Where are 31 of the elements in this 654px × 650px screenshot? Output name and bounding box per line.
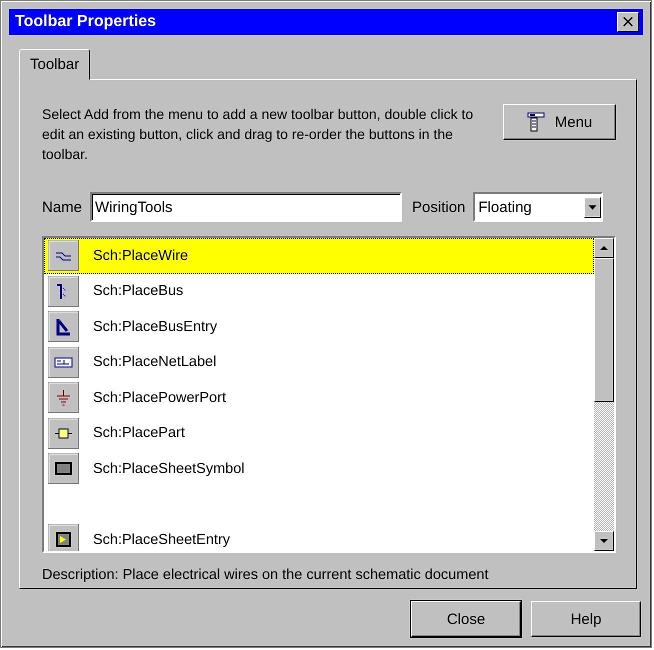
command-row[interactable]: Sch:PlacePart — [44, 416, 594, 451]
command-row[interactable]: Sch:PlaceNetLabel — [44, 344, 594, 380]
menu-button[interactable]: Menu — [503, 104, 616, 140]
instructions-text: Select Add from the menu to add a new toolbar button, double click to edit an existing button, click and drag to re-order the buttons in the toolbar. — [42, 105, 474, 164]
sheet-symbol-icon — [48, 453, 79, 484]
window-title: Toolbar Properties — [15, 13, 156, 31]
name-label: Name — [42, 198, 82, 216]
bus-icon — [48, 276, 79, 307]
ground-icon — [48, 382, 79, 414]
help-button[interactable]: Help — [531, 601, 641, 637]
command-row[interactable]: Sch:PlaceSheetSymbol — [44, 451, 594, 486]
close-button[interactable]: × — [617, 12, 639, 32]
name-field[interactable]: WiringTools — [90, 192, 402, 222]
command-row[interactable]: Sch:PlaceWire — [44, 238, 594, 274]
menu-icon — [526, 112, 545, 132]
position-label: Position — [412, 198, 466, 216]
part-icon — [48, 418, 79, 449]
position-dropdown[interactable]: Floating — [473, 192, 604, 222]
net-label-icon — [48, 346, 79, 378]
command-row[interactable]: Sch:PlacePowerPort — [44, 380, 594, 416]
scroll-thumb[interactable] — [594, 258, 614, 402]
scrollbar[interactable] — [594, 238, 614, 551]
close-dialog-button[interactable]: Close — [411, 601, 521, 637]
command-row[interactable]: Sch:PlaceSheetEntry — [44, 522, 594, 551]
command-row[interactable]: Sch:PlaceBusEntry — [44, 309, 594, 344]
tab[interactable]: Toolbar — [19, 49, 90, 80]
bus-entry-icon — [48, 311, 79, 342]
wire-icon — [48, 240, 79, 272]
description-text: Description: Place electrical wires on the current schematic document — [42, 567, 490, 583]
command-row[interactable]: Sch:PlaceBus — [44, 274, 594, 309]
dropdown-arrow-icon — [584, 196, 602, 218]
